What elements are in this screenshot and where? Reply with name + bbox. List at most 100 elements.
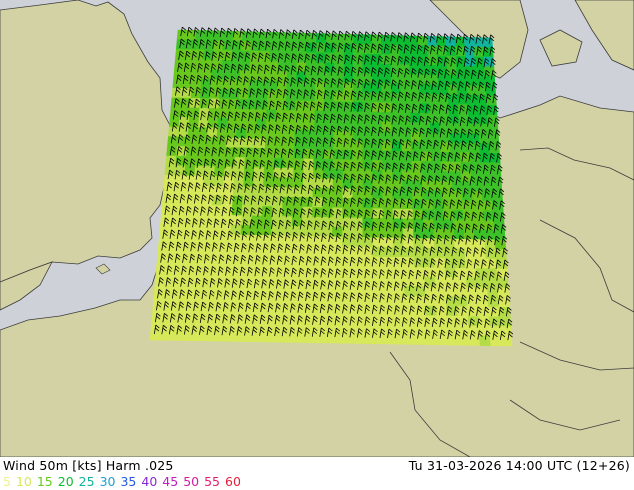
- wind-speed-cell: [165, 155, 177, 167]
- wind-speed-cell: [258, 273, 271, 285]
- wind-speed-cell: [425, 296, 437, 307]
- wind-speed-cell: [267, 70, 279, 82]
- wind-speed-cell: [217, 117, 229, 129]
- wind-speed-cell: [321, 245, 333, 257]
- wind-speed-cell: [274, 148, 285, 159]
- wind-speed-cell: [371, 73, 382, 84]
- wind-speed-cell: [158, 233, 171, 244]
- wind-speed-cell: [362, 256, 374, 267]
- wind-speed-cell: [341, 333, 353, 344]
- wind-speed-cell: [215, 147, 227, 158]
- wind-speed-cell: [312, 178, 324, 189]
- wind-speed-cell: [433, 248, 446, 259]
- wind-speed-cell: [486, 277, 499, 289]
- wind-speed-cell: [372, 208, 384, 219]
- wind-speed-cell: [479, 152, 491, 164]
- wind-speed-cell: [323, 149, 334, 160]
- wind-speed-cell: [371, 92, 383, 104]
- wind-speed-cell: [433, 219, 445, 230]
- wind-speed-cell: [181, 330, 194, 342]
- wind-speed-cell: [259, 51, 270, 62]
- wind-speed-cell: [420, 141, 432, 153]
- wind-speed-cell: [311, 236, 323, 247]
- wind-speed-cell: [478, 316, 490, 327]
- wind-speed-cell: [174, 58, 186, 70]
- wind-speed-cell: [169, 107, 181, 118]
- wind-speed-cell: [431, 180, 443, 192]
- wind-speed-cell: [372, 198, 384, 210]
- wind-speed-cell: [188, 243, 200, 254]
- wind-speed-cell: [258, 70, 269, 82]
- wind-speed-cell: [362, 159, 373, 171]
- wind-speed-cell: [200, 88, 212, 100]
- wind-speed-cell: [373, 304, 385, 316]
- wind-speed-cell: [362, 208, 374, 219]
- wind-speed-cell: [275, 109, 287, 121]
- wind-speed-cell: [299, 313, 311, 324]
- wind-speed-cell: [219, 79, 231, 90]
- wind-speed-cell: [489, 335, 502, 347]
- wind-speed-cell: [430, 132, 441, 143]
- wind-speed-cell: [390, 83, 402, 94]
- wind-speed-cell: [408, 45, 419, 56]
- wind-speed-cell: [192, 321, 205, 332]
- wind-speed-cell: [383, 333, 396, 345]
- wind-speed-cell: [372, 179, 384, 190]
- wind-speed-cell: [159, 223, 171, 234]
- wind-speed-cell: [193, 311, 206, 322]
- wind-speed-cell: [185, 282, 198, 293]
- wind-speed-cell: [151, 310, 164, 322]
- wind-speed-cell: [447, 334, 460, 346]
- wind-speed-cell: [477, 297, 489, 308]
- wind-speed-cell: [322, 187, 334, 199]
- wind-speed-cell: [303, 139, 315, 150]
- wind-speed-cell: [201, 69, 213, 80]
- wind-speed-cell: [194, 165, 206, 177]
- wind-speed-cell: [212, 195, 224, 206]
- wind-speed-cell: [252, 196, 264, 207]
- wind-speed-cell: [250, 225, 262, 236]
- wind-speed-cell: [420, 122, 431, 134]
- wind-speed-cell: [196, 272, 209, 284]
- wind-speed-cell: [321, 265, 333, 276]
- wind-speed-cell: [298, 332, 311, 343]
- wind-speed-cell: [383, 285, 395, 297]
- wind-speed-cell: [411, 160, 423, 172]
- wind-speed-cell: [470, 162, 482, 173]
- wind-speed-cell: [423, 228, 435, 240]
- wind-speed-cell: [214, 156, 226, 168]
- wind-speed-cell: [487, 297, 500, 308]
- legend-value: 20: [57, 474, 74, 489]
- wind-speed-cell: [210, 224, 222, 235]
- wind-speed-cell: [262, 196, 274, 207]
- legend-value: 40: [141, 474, 158, 489]
- wind-speed-cell: [309, 323, 321, 334]
- wind-speed-cell: [383, 314, 395, 326]
- wind-speed-cell: [273, 157, 285, 169]
- wind-speed-cell: [421, 161, 433, 172]
- wind-speed-cell: [362, 275, 374, 287]
- wind-speed-cell: [267, 80, 278, 91]
- map-footer: Wind 50m [kts] Harm .025 Tu 31-03-2026 1…: [0, 457, 634, 490]
- wind-speed-cell: [313, 168, 324, 179]
- wind-speed-cell: [478, 123, 489, 135]
- legend-value: 60: [225, 474, 241, 489]
- wind-speed-cell: [362, 111, 373, 123]
- wind-speed-cell: [486, 268, 498, 279]
- wind-speed-cell: [483, 47, 494, 58]
- wind-speed-cell: [269, 41, 280, 53]
- wind-speed-cell: [422, 199, 434, 211]
- wind-speed-cell: [433, 228, 445, 240]
- wind-speed-cell: [489, 162, 502, 174]
- wind-speed-cell: [422, 209, 434, 220]
- wind-speed-cell: [482, 210, 495, 221]
- wind-speed-cell: [482, 37, 493, 48]
- wind-speed-cell: [154, 271, 167, 283]
- wind-speed-cell: [334, 33, 345, 45]
- wind-speed-cell: [175, 39, 187, 50]
- wind-speed-cell: [152, 300, 165, 312]
- wind-speed-cell: [382, 189, 394, 200]
- wind-speed-cell: [212, 185, 224, 197]
- wind-speed-cell: [304, 129, 315, 141]
- wind-speed-cell: [163, 175, 176, 186]
